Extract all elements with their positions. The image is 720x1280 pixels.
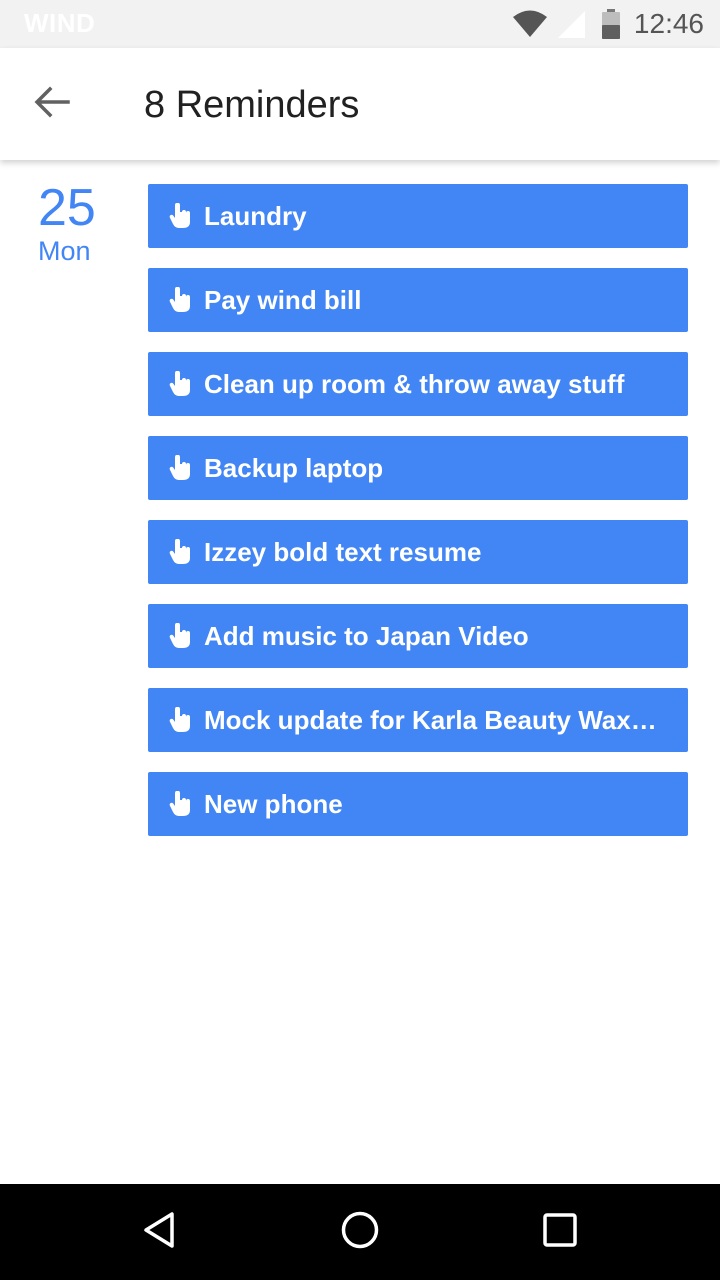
date-weekday: Mon — [38, 236, 91, 266]
hand-pointer-icon — [168, 202, 192, 230]
status-icons: 12:46 — [512, 0, 704, 48]
status-bar: WIND 12:46 — [0, 0, 720, 48]
date-header: 25 Mon — [38, 182, 118, 266]
reminder-label: Clean up room & throw away stuff — [204, 368, 625, 399]
hand-pointer-icon — [168, 538, 192, 566]
nav-bar — [0, 1184, 720, 1280]
reminder-label: Izzey bold text resume — [204, 536, 482, 567]
reminder-item[interactable]: Izzey bold text resume — [148, 520, 688, 584]
reminder-label: Laundry — [204, 200, 307, 231]
reminder-label: Pay wind bill — [204, 284, 362, 315]
screen: WIND 12:46 8 Reminders 25 Mon Laundry Pa… — [0, 0, 720, 1280]
reminder-item[interactable]: Pay wind bill — [148, 268, 688, 332]
reminder-label: New phone — [204, 788, 343, 819]
back-button[interactable] — [24, 76, 80, 132]
nav-recents-button[interactable] — [536, 1208, 584, 1256]
carrier-label: WIND — [24, 8, 96, 38]
hand-pointer-icon — [168, 790, 192, 818]
reminder-label: Add music to Japan Video — [204, 620, 529, 651]
nav-home-icon — [340, 1210, 380, 1255]
arrow-left-icon — [34, 86, 70, 123]
hand-pointer-icon — [168, 454, 192, 482]
nav-back-button[interactable] — [136, 1208, 184, 1256]
clock: 12:46 — [633, 8, 704, 39]
reminder-list: Laundry Pay wind bill Clean up room & th… — [148, 184, 688, 856]
nav-home-button[interactable] — [336, 1208, 384, 1256]
page-title: 8 Reminders — [144, 84, 360, 126]
reminder-item[interactable]: New phone — [148, 772, 688, 836]
content: 25 Mon Laundry Pay wind bill Clean up ro… — [0, 160, 720, 1184]
wifi-icon — [512, 10, 548, 38]
reminder-item[interactable]: Mock update for Karla Beauty Wax… — [148, 688, 688, 752]
reminder-item[interactable]: Backup laptop — [148, 436, 688, 500]
hand-pointer-icon — [168, 706, 192, 734]
app-bar: 8 Reminders — [0, 48, 720, 160]
reminder-label: Backup laptop — [204, 452, 384, 483]
hand-pointer-icon — [168, 286, 192, 314]
reminder-item[interactable]: Add music to Japan Video — [148, 604, 688, 668]
date-day: 25 — [38, 179, 96, 237]
hand-pointer-icon — [168, 370, 192, 398]
nav-back-icon — [140, 1210, 180, 1255]
reminder-label: Mock update for Karla Beauty Wax… — [204, 704, 657, 735]
battery-icon — [601, 9, 620, 39]
reminder-item[interactable]: Clean up room & throw away stuff — [148, 352, 688, 416]
hand-pointer-icon — [168, 622, 192, 650]
reminder-item[interactable]: Laundry — [148, 184, 688, 248]
nav-recents-icon — [540, 1210, 580, 1255]
signal-icon — [556, 9, 586, 39]
